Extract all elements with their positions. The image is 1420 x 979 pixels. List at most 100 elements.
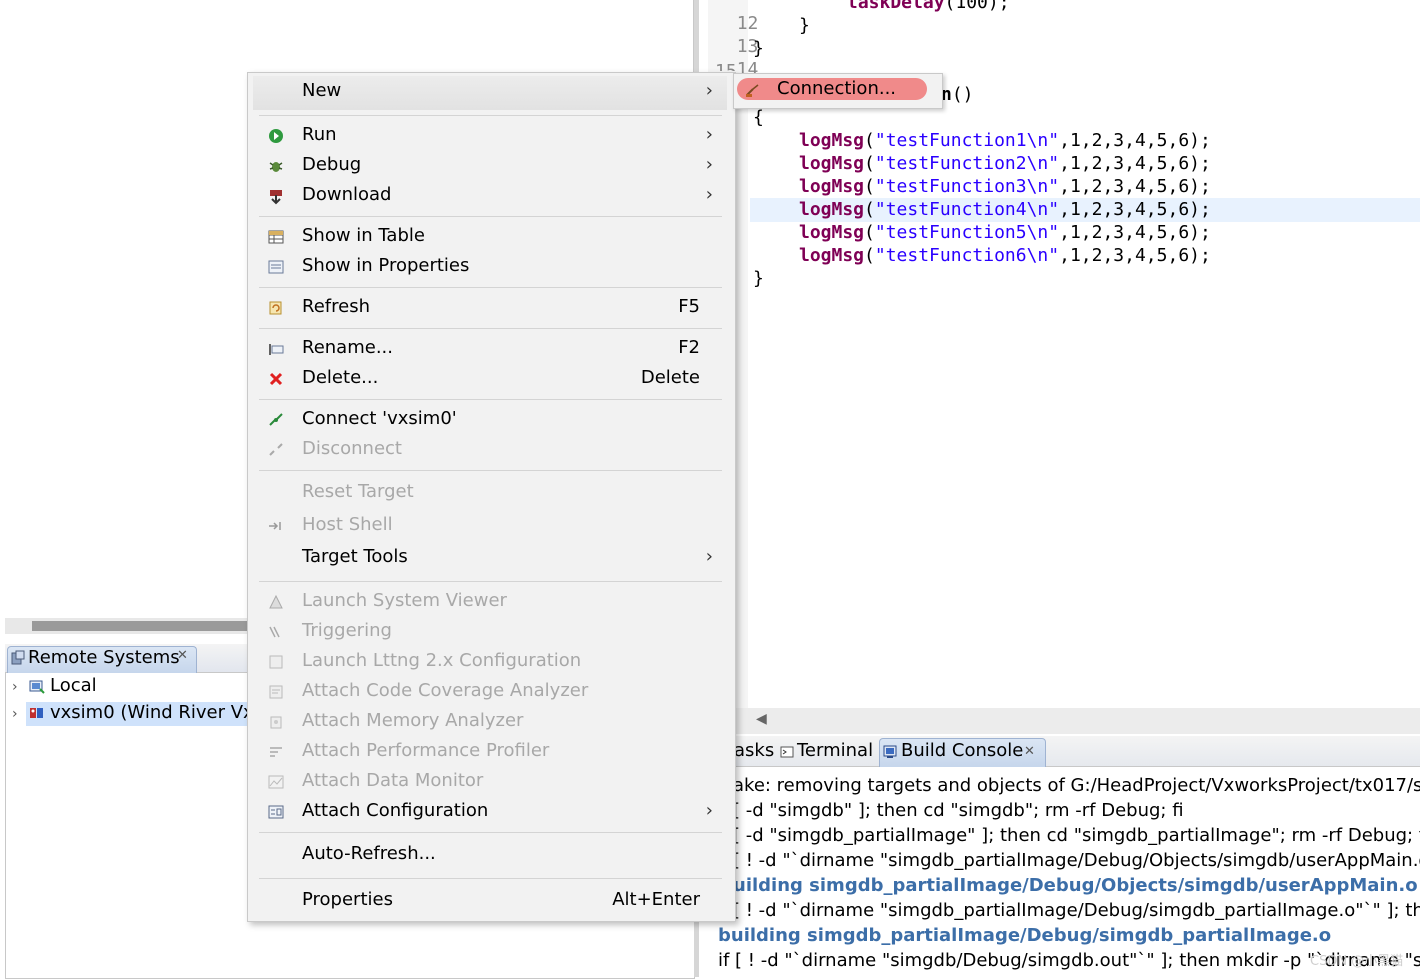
menu-item-attach-performance[interactable]: Attach Performance Profiler [255, 737, 725, 767]
menu-separator [259, 581, 722, 582]
chevron-right-icon: › [705, 184, 713, 205]
refresh-icon [269, 301, 282, 315]
submenu-item-connection[interactable]: Connection... [777, 78, 896, 99]
shortcut-label: F5 [678, 296, 700, 317]
brace-open: { [753, 107, 764, 128]
menu-item-attach-coverage[interactable]: Attach Code Coverage Analyzer [255, 677, 725, 707]
console-icon [883, 745, 897, 758]
code-line-logmsg-2: logMsg("testFunction2\n",1,2,3,4,5,6); [799, 153, 1211, 174]
local-host-icon [29, 680, 45, 694]
console-line: [ -d "simgdb_partialImage" ]; then cd "s… [733, 825, 1420, 846]
tab-build-console[interactable]: Build Console [901, 740, 1023, 761]
menu-item-run[interactable]: Run › [255, 121, 725, 151]
console-line: [ ! -d "`dirname "simgdb_partialImage/De… [733, 900, 1420, 921]
menu-item-launch-lttng[interactable]: Launch Lttng 2.x Configuration [255, 647, 725, 677]
code-text: } [753, 38, 764, 59]
remote-systems-tab-label: Remote Systems [28, 647, 180, 668]
delete-icon [269, 372, 283, 386]
menu-separator [259, 328, 722, 329]
menu-item-triggering[interactable]: Triggering [255, 617, 725, 647]
rename-icon [269, 344, 284, 355]
chevron-right-icon: › [705, 154, 713, 175]
menu-separator [259, 399, 722, 400]
menu-item-target-tools[interactable]: Target Tools › [255, 543, 725, 573]
menu-item-launch-system-viewer[interactable]: Launch System Viewer [255, 587, 725, 617]
menu-item-attach-configuration[interactable]: Attach Configuration › [255, 797, 725, 827]
menu-item-download[interactable]: Download › [255, 181, 725, 211]
menu-item-debug[interactable]: Debug › [255, 151, 725, 181]
tab-tasks[interactable]: asks [734, 740, 774, 761]
run-icon [269, 129, 283, 143]
host-shell-icon [269, 522, 281, 530]
menu-separator [259, 115, 722, 116]
menu-item-attach-data-monitor[interactable]: Attach Data Monitor [255, 767, 725, 797]
table-icon [268, 230, 284, 244]
chevron-right-icon: › [705, 124, 713, 145]
console-line: [ -d "simgdb" ]; then cd "simgdb"; rm -r… [733, 800, 1184, 821]
coverage-icon [269, 685, 283, 699]
menu-item-attach-memory[interactable]: Attach Memory Analyzer [255, 707, 725, 737]
connect-icon [269, 413, 283, 426]
code-text: } [799, 15, 810, 36]
console-line: building simgdb_partialImage/Debug/simgd… [718, 925, 1332, 946]
watermark: CSDN @小黑猫 [1310, 954, 1404, 969]
menu-item-auto-refresh[interactable]: Auto-Refresh... [255, 840, 725, 870]
tree-item-vxsim0[interactable]: vxsim0 (Wind River VxV [50, 702, 266, 723]
memory-icon [270, 716, 282, 729]
function-signature-fragment: n() [941, 84, 974, 105]
code-line-logmsg-6: logMsg("testFunction6\n",1,2,3,4,5,6); [799, 245, 1211, 266]
chevron-right-icon[interactable]: › [12, 679, 18, 695]
download-icon [270, 190, 282, 205]
chevron-right-icon: › [705, 800, 713, 821]
menu-item-host-shell[interactable]: Host Shell [255, 511, 725, 541]
menu-separator [259, 878, 722, 879]
menu-item-delete[interactable]: Delete... Delete [255, 364, 725, 394]
menu-item-new[interactable]: New › [255, 77, 725, 107]
close-icon[interactable]: ✕ [1024, 744, 1035, 759]
lttng-icon [269, 655, 283, 669]
menu-item-connect[interactable]: Connect 'vxsim0' [255, 405, 725, 435]
triggering-icon [269, 626, 280, 638]
menu-item-properties[interactable]: Properties Alt+Enter [255, 886, 725, 916]
data-monitor-icon [268, 775, 284, 789]
menu-separator [259, 216, 722, 217]
shortcut-label: Delete [640, 367, 700, 388]
editor-horizontal-scrollbar[interactable] [735, 708, 1420, 734]
properties-icon [268, 260, 284, 274]
scrollbar-thumb[interactable] [32, 621, 282, 631]
disconnect-icon [269, 443, 283, 456]
chevron-right-icon: › [705, 80, 713, 101]
chevron-right-icon[interactable]: › [12, 706, 18, 722]
code-line-logmsg-5: logMsg("testFunction5\n",1,2,3,4,5,6); [799, 222, 1211, 243]
terminal-icon [780, 746, 794, 758]
shortcut-label: Alt+Enter [612, 889, 700, 910]
console-line: uilding simgdb_partialImage/Debug/Object… [733, 875, 1418, 896]
debug-icon [269, 162, 283, 172]
code-line-logmsg-1: logMsg("testFunction1\n",1,2,3,4,5,6); [799, 130, 1211, 151]
menu-item-reset-target[interactable]: Reset Target [255, 478, 725, 508]
performance-icon [270, 747, 282, 757]
menu-item-disconnect[interactable]: Disconnect [255, 435, 725, 465]
console-line: [ ! -d "`dirname "simgdb_partialImage/De… [733, 850, 1420, 871]
system-viewer-icon [269, 594, 283, 609]
menu-item-show-in-table[interactable]: Show in Table [255, 222, 725, 252]
menu-separator [259, 832, 722, 833]
remote-systems-icon [11, 650, 25, 665]
code-line-logmsg-3: logMsg("testFunction3\n",1,2,3,4,5,6); [799, 176, 1211, 197]
close-icon[interactable]: ✕ [177, 648, 188, 663]
code-line-logmsg-4: logMsg("testFunction4\n",1,2,3,4,5,6); [799, 199, 1211, 220]
connection-icon [746, 84, 759, 97]
menu-separator [259, 287, 722, 288]
chevron-right-icon: › [705, 546, 713, 567]
menu-item-refresh[interactable]: Refresh F5 [255, 293, 725, 323]
line-number: 15 [715, 61, 737, 71]
shortcut-label: F2 [678, 337, 700, 358]
scroll-left-icon[interactable]: ◀ [756, 711, 767, 727]
menu-item-show-in-properties[interactable]: Show in Properties [255, 252, 725, 282]
console-line: ake: removing targets and objects of G:/… [733, 775, 1420, 796]
tree-item-local[interactable]: Local [50, 675, 97, 696]
code-text: taskDelay(100); [847, 0, 1010, 13]
tab-terminal[interactable]: Terminal [797, 740, 873, 761]
brace-close: } [753, 268, 764, 289]
menu-item-rename[interactable]: Rename... F2 [255, 334, 725, 364]
